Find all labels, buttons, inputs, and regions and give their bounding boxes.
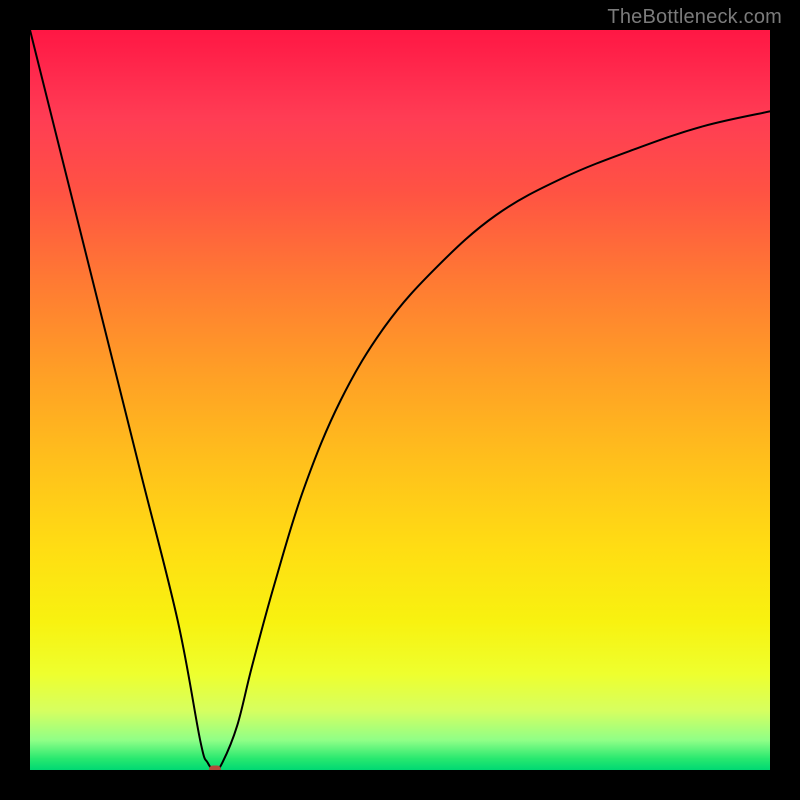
bottleneck-curve — [30, 30, 770, 770]
watermark-text: TheBottleneck.com — [607, 6, 782, 29]
optimum-marker — [209, 766, 221, 771]
plot-area — [30, 30, 770, 770]
chart-frame: TheBottleneck.com — [0, 0, 800, 800]
curve-path — [30, 30, 770, 770]
